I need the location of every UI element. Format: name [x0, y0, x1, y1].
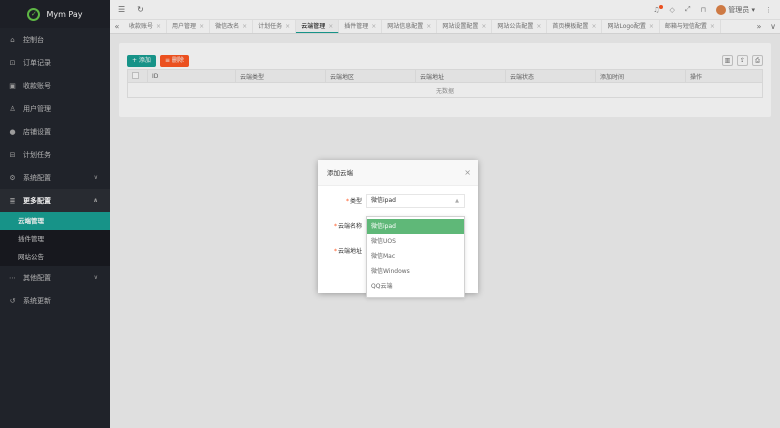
dropdown-option[interactable]: 微信Windows [367, 264, 464, 279]
dropdown-option[interactable]: 微信Mac [367, 249, 464, 264]
chevron-up-icon: ▲ [455, 197, 459, 204]
type-label: *类型 [345, 198, 362, 205]
form-row-type: *类型 微信ipad ▲ [318, 193, 478, 208]
close-icon[interactable]: × [464, 160, 471, 186]
address-label: *云端地址 [333, 248, 362, 255]
dialog-title: 添加云端 [327, 169, 353, 177]
name-label: *云端名称 [333, 223, 362, 230]
type-select[interactable]: 微信ipad ▲ [366, 193, 465, 208]
dropdown-option-selected[interactable]: 微信ipad [367, 219, 464, 234]
dialog-header: 添加云端 × [318, 160, 478, 186]
dropdown-option[interactable]: QQ云端 [367, 279, 464, 294]
dropdown-option[interactable]: 微信UOS [367, 234, 464, 249]
type-select-value: 微信ipad [371, 196, 396, 204]
type-dropdown: 微信ipad 微信UOS 微信Mac 微信Windows QQ云端 [366, 216, 465, 298]
